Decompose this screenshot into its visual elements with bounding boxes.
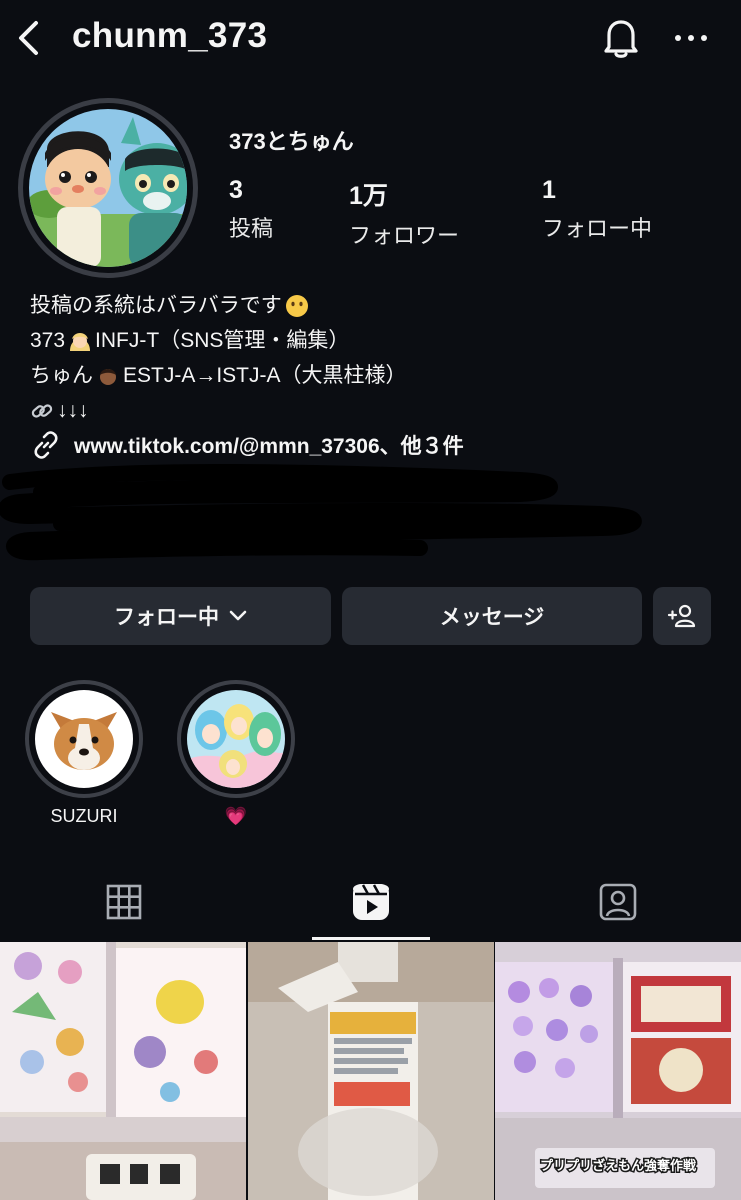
following-button[interactable]: フォロー中 [30,587,331,645]
reels-icon [352,884,389,920]
post-image-sticker-book-purple: プリプリざえもん強奪作戦 [495,942,741,1200]
highlight-suzuri[interactable]: SUZURI [25,680,143,830]
profile-display-name: 373とちゅん [229,129,354,154]
post-tile[interactable] [248,942,494,1200]
post-tile[interactable] [0,942,246,1200]
highlight-heart-label: 💗 [224,806,248,826]
post-image-gum-box [248,942,494,1200]
followers-count: 1万 [349,182,388,210]
link-emoji [31,403,53,418]
add-person-icon [667,604,696,628]
tab-tagged[interactable] [494,862,741,942]
active-tab-indicator [312,937,430,940]
profile-bio: 投稿の系統はバラバラです 373 INFJ-T（SNS管理・編集） ちゅん ES… [30,288,407,428]
man-dark-skin-emoji [100,368,116,385]
post-tile[interactable]: プリプリざえもん強奪作戦 [495,942,741,1200]
stat-following[interactable]: 1 フォロー中 [542,176,652,243]
bio-line-1-text: 投稿の系統はバラバラです [30,294,282,317]
message-button[interactable]: メッセージ [342,587,642,645]
add-person-button[interactable] [653,587,711,645]
highlight-suzuri-label: SUZURI [50,806,118,826]
following-button-label: フォロー中 [114,606,219,629]
chevron-down-icon [229,610,247,621]
post-caption: プリプリざえもん強奪作戦 [540,1158,697,1174]
anime-girls-image [187,690,285,788]
avatar-image [29,109,187,267]
top-bar: chunm_373 [0,0,741,80]
bio-line-3-prefix: ちゅん [30,364,93,387]
profile-link-text: www.tiktok.com/@mmn_37306、他３件 [74,435,464,458]
link-icon [34,431,58,459]
more-options-button[interactable] [670,18,712,58]
tagged-icon [599,883,636,921]
message-button-label: メッセージ [439,606,545,629]
bio-line-3: ちゅん ESTJ-A→ISTJ-A（大黒柱様） [30,358,407,393]
bio-line-1: 投稿の系統はバラバラです [30,288,407,323]
profile-tabs [0,862,741,942]
bell-icon [604,20,638,58]
highlight-heart[interactable]: 💗 [177,680,295,830]
bio-line-4-text: ↓↓↓ [57,399,89,422]
following-count: 1 [542,176,556,204]
notifications-button[interactable] [600,16,642,60]
post-image-sticker-book [0,942,246,1200]
redaction-scribble [0,464,642,561]
tab-posts-grid[interactable] [0,862,247,942]
posts-label: 投稿 [229,216,274,241]
bio-line-4: ↓↓↓ [30,393,407,428]
stat-followers[interactable]: 1万 フォロワー [349,176,459,250]
corgi-face-image [35,690,133,788]
followers-label: フォロワー [349,223,460,248]
bio-line-2: 373 INFJ-T（SNS管理・編集） [30,323,407,358]
speechless-face-emoji [285,294,308,317]
following-label: フォロー中 [542,216,653,241]
blonde-person-emoji [70,332,91,351]
reels-grid: プリプリざえもん強奪作戦 [0,942,741,1200]
back-button[interactable] [14,18,44,58]
chevron-left-icon [19,21,38,55]
profile-username: chunm_373 [72,16,268,55]
bio-line-2-text: INFJ-T（SNS管理・編集） [95,329,350,352]
posts-count: 3 [229,176,243,204]
bio-line-2-prefix: 373 [30,329,66,352]
profile-avatar[interactable] [18,98,198,278]
more-horizontal-icon [675,35,707,41]
bio-line-3-text: ESTJ-A→ISTJ-A（大黒柱様） [123,364,407,387]
tab-reels[interactable] [247,862,494,942]
stat-posts[interactable]: 3 投稿 [229,176,273,243]
profile-link[interactable]: www.tiktok.com/@mmn_37306、他３件 [30,429,464,461]
grid-icon [106,884,141,920]
